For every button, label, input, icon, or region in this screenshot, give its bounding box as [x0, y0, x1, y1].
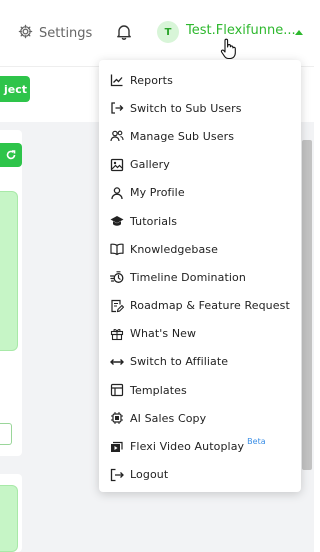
menu-item-label: Templates: [130, 383, 187, 397]
image-icon: [110, 158, 124, 172]
video-icon: [110, 440, 124, 454]
switch-user-icon: [110, 101, 124, 115]
menu-item-templates[interactable]: Templates: [99, 376, 301, 404]
menu-item-label: Logout: [130, 468, 169, 482]
menu-item-reports[interactable]: Reports: [99, 66, 301, 94]
menu-item-tutorials[interactable]: Tutorials: [99, 207, 301, 235]
menu-item-manage-sub-users[interactable]: Manage Sub Users: [99, 122, 301, 150]
menu-item-knowledgebase[interactable]: Knowledgebase: [99, 235, 301, 263]
bell-icon[interactable]: [115, 23, 133, 41]
settings-label: Settings: [39, 25, 93, 41]
menu-item-label: Tutorials: [130, 214, 178, 228]
menu-item-ai-sales-copy[interactable]: AI Sales Copy: [99, 404, 301, 432]
menu-item-label: Switch to Sub Users: [130, 101, 242, 115]
menu-item-timeline-domination[interactable]: Timeline Domination: [99, 263, 301, 291]
menu-item-label: Switch to Affiliate: [130, 355, 229, 369]
avatar[interactable]: T: [157, 21, 179, 43]
gift-icon: [110, 327, 124, 341]
menu-item-label: Roadmap & Feature Request: [130, 299, 290, 313]
scrollbar-thumb[interactable]: [302, 140, 312, 470]
arrows-horizontal-icon: [110, 355, 124, 369]
add-project-button[interactable]: ject: [0, 76, 30, 102]
settings-link[interactable]: Settings: [18, 22, 92, 44]
menu-item-switch-affiliate[interactable]: Switch to Affiliate: [99, 348, 301, 376]
refresh-icon: [6, 150, 16, 160]
menu-item-label: Flexi Video Autoplay: [130, 440, 245, 454]
refresh-button[interactable]: [0, 143, 22, 167]
menu-item-logout[interactable]: Logout: [99, 461, 301, 489]
logout-icon: [110, 468, 124, 482]
menu-item-label: Knowledgebase: [130, 242, 218, 256]
chevron-up-icon[interactable]: [295, 30, 303, 35]
user-icon: [110, 186, 124, 200]
card-input[interactable]: [0, 423, 12, 445]
menu-item-label: Gallery: [130, 158, 170, 172]
menu-item-label: My Profile: [130, 186, 185, 200]
user-dropdown-menu: Reports Switch to Sub Users Manage Sub U…: [99, 60, 301, 492]
menu-item-label: AI Sales Copy: [130, 411, 207, 425]
graduation-cap-icon: [110, 214, 124, 228]
menu-item-label: Manage Sub Users: [130, 129, 235, 143]
menu-item-whats-new[interactable]: What's New: [99, 320, 301, 348]
template-icon: [110, 383, 124, 397]
hand-pointer-cursor-icon: [220, 38, 236, 60]
preview-panel: [0, 191, 18, 351]
menu-item-flexi-video-autoplay[interactable]: Flexi Video Autoplay Beta: [99, 432, 301, 460]
preview-panel: [0, 485, 18, 552]
menu-item-roadmap[interactable]: Roadmap & Feature Request: [99, 292, 301, 320]
menu-item-label: What's New: [130, 327, 197, 341]
username-menu-trigger[interactable]: Test.Flexifunne...: [186, 23, 296, 38]
chart-line-icon: [110, 73, 124, 87]
gear-icon: [18, 24, 33, 43]
menu-item-gallery[interactable]: Gallery: [99, 151, 301, 179]
menu-item-label: Reports: [130, 73, 173, 87]
roadmap-edit-icon: [110, 299, 124, 313]
timer-icon: [110, 270, 124, 284]
menu-item-label: Timeline Domination: [130, 270, 246, 284]
menu-item-switch-sub-users[interactable]: Switch to Sub Users: [99, 94, 301, 122]
menu-item-my-profile[interactable]: My Profile: [99, 179, 301, 207]
top-bar: Settings T Test.Flexifunne...: [0, 0, 314, 66]
book-open-icon: [110, 242, 124, 256]
beta-badge: Beta: [247, 437, 266, 447]
ai-chip-icon: [110, 411, 124, 425]
users-icon: [110, 129, 124, 143]
